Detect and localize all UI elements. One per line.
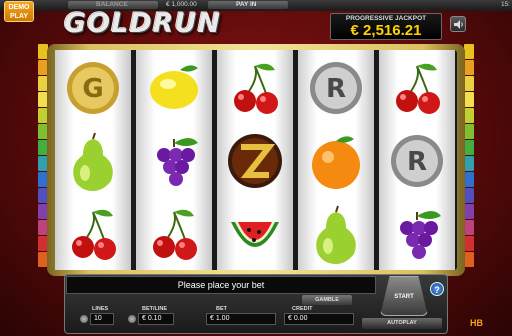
reel-4: R (298, 50, 374, 270)
lines-label: LINES (92, 306, 109, 312)
reel-symbol-silver-coin: R (298, 50, 374, 123)
svg-text:G: G (82, 74, 103, 104)
bet-line-label: BET/LINE (142, 306, 168, 312)
reel-frame: G R R (47, 44, 465, 276)
clock: 15: (500, 1, 510, 8)
demo-play-badge: DEMO PLAY (4, 1, 34, 22)
reel-symbol-orange (298, 123, 374, 196)
play-label: PLAY (9, 13, 29, 20)
pear-icon (73, 132, 113, 191)
credit-label: CREDIT (292, 306, 313, 312)
reel-symbol-cherry (217, 50, 293, 123)
reel-symbol-cherry (136, 196, 212, 269)
gamble-button[interactable]: GAMBLE (302, 295, 352, 305)
game-logo: GOLDRUN (64, 8, 222, 39)
silver-coin-icon: R (391, 135, 443, 187)
reel-symbol-gold-coin: G (55, 50, 131, 123)
cherry-icon (72, 209, 116, 260)
lines-decrease-button[interactable] (80, 315, 88, 323)
reel-symbol-lemon (136, 50, 212, 123)
cherry-icon (153, 209, 197, 260)
reel-symbol-silver-coin: R (379, 123, 455, 196)
gold-emblem-icon (228, 134, 282, 188)
bet-line-value: € 0.10 (138, 313, 174, 325)
reel-symbol-cherry (379, 50, 455, 123)
status-message: Please place your bet (66, 276, 376, 294)
jackpot-value: € 2,516.21 (350, 22, 422, 39)
bet-line-decrease-button[interactable] (128, 315, 136, 323)
grapes-icon (400, 211, 441, 259)
reel-symbol-pear (298, 196, 374, 269)
slot-game-screen: BALANCE € 1,000.00 PAY IN 15: DEMO PLAY … (0, 0, 512, 336)
reel-5: R (379, 50, 455, 270)
reel-3 (217, 50, 293, 270)
jackpot-label: PROGRESSIVE JACKPOT (345, 15, 427, 22)
progressive-jackpot-display: PROGRESSIVE JACKPOT € 2,516.21 (330, 13, 442, 40)
provider-logo: HB (470, 318, 483, 328)
speaker-icon (454, 20, 463, 29)
right-payline-indicator (464, 44, 474, 270)
grapes-icon (157, 138, 198, 186)
autoplay-button[interactable]: AUTOPLAY (362, 318, 442, 329)
reel-symbol-watermelon (217, 196, 293, 269)
help-button[interactable]: ? (430, 282, 444, 296)
credit-value: € 0.00 (284, 313, 354, 325)
svg-text:R: R (326, 74, 346, 104)
sound-toggle-button[interactable] (450, 16, 466, 32)
pear-icon (316, 205, 356, 264)
bet-value: € 1.00 (206, 313, 276, 325)
watermelon-icon (231, 222, 279, 247)
reel-area: G R R (55, 50, 457, 270)
reel-symbol-cherry (55, 196, 131, 269)
reel-1: G (55, 50, 131, 270)
gold-coin-icon: G (67, 62, 119, 114)
cherry-icon (234, 63, 278, 114)
orange-icon (312, 136, 360, 189)
silver-coin-icon: R (310, 62, 362, 114)
start-label: START (394, 294, 414, 300)
cherry-icon (396, 63, 440, 114)
reel-symbol-gold-emblem (217, 123, 293, 196)
reel-symbol-grapes (379, 196, 455, 269)
bet-label: BET (216, 306, 227, 312)
lines-value: 10 (90, 313, 114, 325)
demo-label: DEMO (8, 4, 30, 11)
reel-symbol-grapes (136, 123, 212, 196)
reel-symbol-pear (55, 123, 131, 196)
reel-2 (136, 50, 212, 270)
svg-text:R: R (407, 147, 427, 177)
lemon-icon (150, 65, 198, 109)
